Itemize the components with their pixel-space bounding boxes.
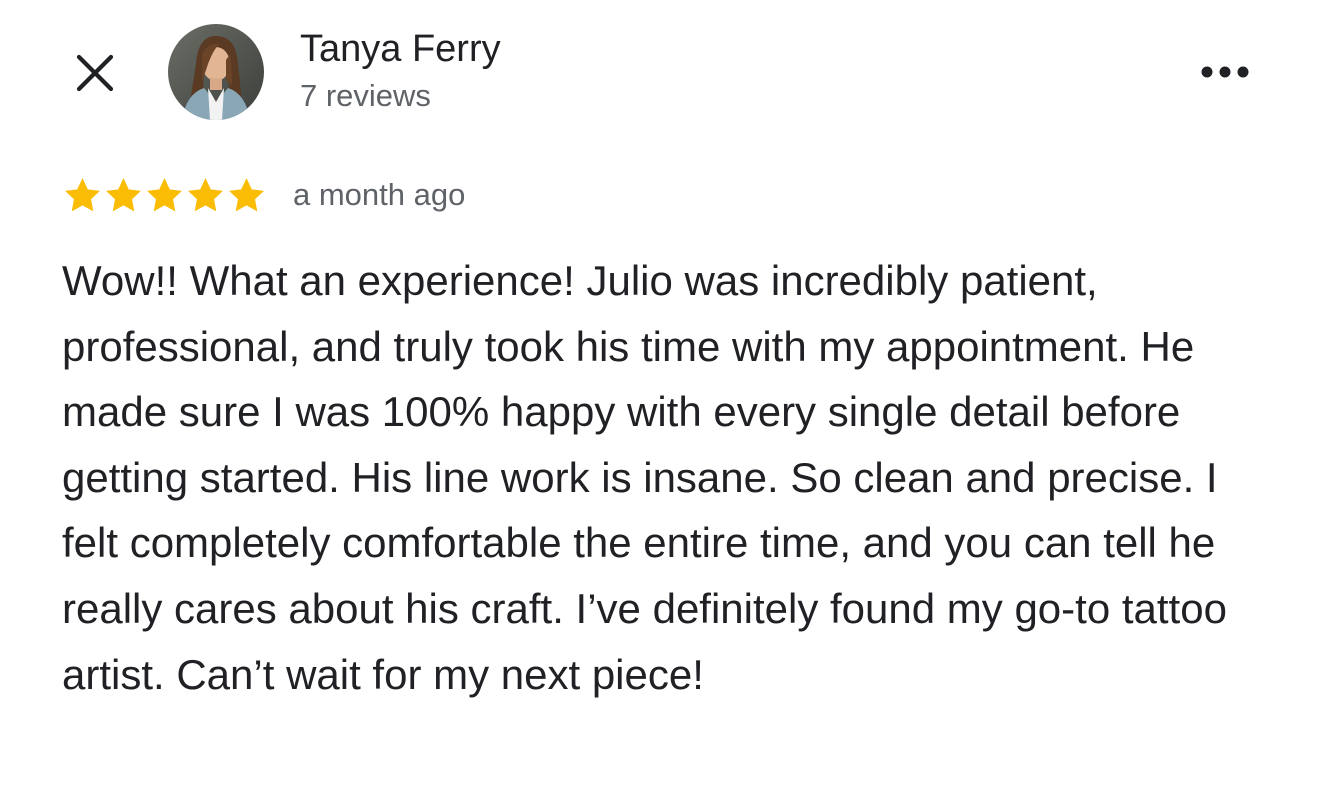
avatar-photo — [168, 24, 264, 120]
more-horizontal-icon — [1201, 66, 1249, 78]
avatar[interactable] — [168, 24, 264, 120]
review-text: Wow!! What an experience! Julio was incr… — [62, 257, 1227, 698]
star-rating — [62, 175, 267, 216]
author-info: Tanya Ferry 7 reviews — [300, 26, 501, 116]
close-button[interactable] — [70, 48, 120, 98]
review-date: a month ago — [293, 177, 466, 212]
star-icon — [188, 177, 223, 211]
star-icon — [147, 177, 182, 211]
author-name[interactable]: Tanya Ferry — [300, 26, 501, 72]
star-icon — [106, 177, 141, 211]
star-icon — [65, 177, 100, 211]
close-icon — [76, 54, 114, 92]
author-review-count: 7 reviews — [300, 78, 431, 113]
rating-row: a month ago — [62, 172, 465, 218]
star-icon — [229, 177, 264, 211]
more-options-button[interactable] — [1190, 50, 1260, 94]
